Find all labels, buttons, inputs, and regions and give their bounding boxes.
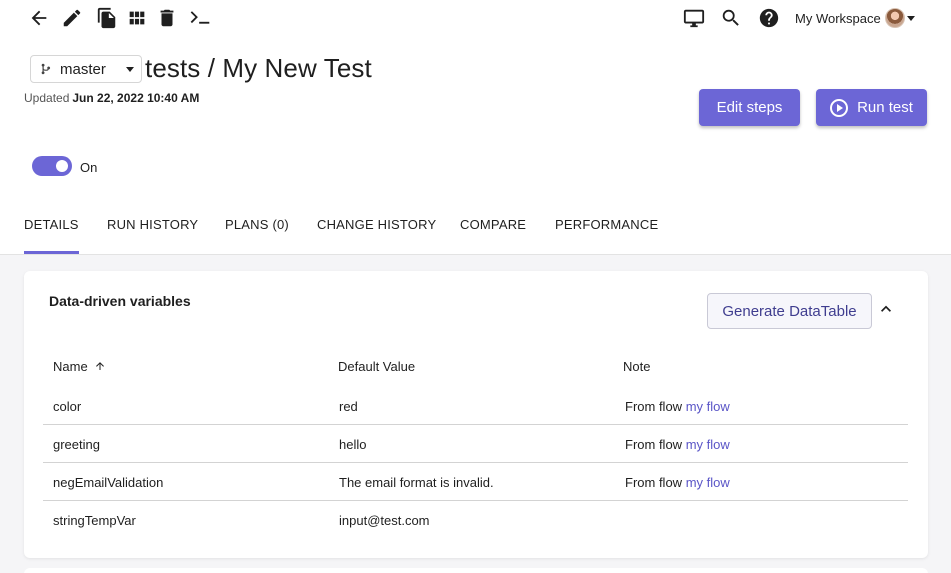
enabled-toggle[interactable] bbox=[32, 156, 72, 176]
edit-steps-label: Edit steps bbox=[716, 99, 783, 116]
card-title: Data-driven variables bbox=[49, 293, 191, 309]
variable-name: greeting bbox=[53, 437, 100, 452]
note-prefix: From flow bbox=[625, 399, 683, 414]
variable-name: negEmailValidation bbox=[53, 475, 164, 490]
column-header-name[interactable]: Name bbox=[53, 359, 106, 374]
terminal-icon[interactable] bbox=[187, 6, 213, 30]
flow-link[interactable]: my flow bbox=[686, 437, 730, 452]
chevron-up-icon[interactable] bbox=[876, 299, 896, 319]
tab-plans[interactable]: PLANS (0) bbox=[225, 217, 289, 254]
variables-card: Data-driven variables Generate DataTable… bbox=[24, 271, 928, 558]
workspace-label: My Workspace bbox=[795, 10, 881, 26]
search-icon[interactable] bbox=[719, 6, 743, 30]
branch-icon bbox=[41, 63, 51, 75]
variable-value: red bbox=[339, 399, 358, 414]
edit-pencil-icon[interactable] bbox=[60, 6, 84, 30]
tab-run-history[interactable]: RUN HISTORY bbox=[107, 217, 198, 254]
generate-datatable-button[interactable]: Generate DataTable bbox=[707, 293, 872, 329]
page-title: tests / My New Test bbox=[145, 53, 372, 83]
workspace-menu[interactable]: My Workspace bbox=[795, 7, 915, 29]
variable-value: hello bbox=[339, 437, 367, 452]
run-test-label: Run test bbox=[857, 99, 913, 116]
tab-details[interactable]: DETAILS bbox=[24, 217, 79, 254]
column-header-note: Note bbox=[623, 359, 651, 374]
avatar bbox=[884, 8, 905, 28]
variable-name: color bbox=[53, 399, 82, 414]
sort-arrow-up-icon bbox=[96, 362, 105, 370]
variable-value: input@test.com bbox=[339, 513, 430, 528]
flow-link[interactable]: my flow bbox=[686, 399, 730, 414]
edit-steps-button[interactable]: Edit steps bbox=[699, 89, 800, 126]
grid-icon[interactable] bbox=[125, 6, 149, 30]
table-row: stringTempVar input@test.com bbox=[43, 502, 908, 539]
monitor-icon[interactable] bbox=[682, 6, 706, 30]
toggle-label: On bbox=[80, 160, 98, 175]
updated-label: Updated bbox=[24, 91, 70, 105]
tab-bar: DETAILS RUN HISTORY PLANS (0) CHANGE HIS… bbox=[0, 200, 951, 255]
variable-name: stringTempVar bbox=[53, 513, 136, 528]
tab-compare[interactable]: COMPARE bbox=[460, 217, 526, 254]
table-row: color red From flow my flow bbox=[43, 388, 908, 425]
flow-link[interactable]: my flow bbox=[686, 475, 730, 490]
note-prefix: From flow bbox=[625, 437, 683, 452]
column-header-default-value: Default Value bbox=[338, 359, 416, 374]
play-circle-icon bbox=[830, 98, 849, 117]
table-row: greeting hello From flow my flow bbox=[43, 426, 908, 463]
back-arrow-icon[interactable] bbox=[27, 6, 51, 30]
branch-selector[interactable]: master bbox=[30, 55, 142, 83]
table-row: negEmailValidation The email format is i… bbox=[43, 464, 908, 501]
note-prefix: From flow bbox=[625, 475, 683, 490]
top-toolbar: My Workspace bbox=[0, 0, 951, 36]
next-card bbox=[24, 568, 928, 573]
variable-value: The email format is invalid. bbox=[339, 475, 494, 490]
chevron-down-icon bbox=[906, 15, 915, 21]
delete-icon[interactable] bbox=[155, 6, 179, 30]
help-icon[interactable] bbox=[757, 6, 781, 30]
variable-note: From flow my flow bbox=[625, 475, 730, 490]
variable-note: From flow my flow bbox=[625, 399, 730, 414]
tab-change-history[interactable]: CHANGE HISTORY bbox=[317, 217, 436, 254]
branch-label: master bbox=[60, 60, 106, 78]
column-header-name-label: Name bbox=[53, 359, 88, 374]
variable-note: From flow my flow bbox=[625, 437, 730, 452]
run-test-button[interactable]: Run test bbox=[816, 89, 927, 126]
tab-performance[interactable]: PERFORMANCE bbox=[555, 217, 658, 254]
chevron-down-icon bbox=[126, 67, 134, 72]
copy-icon[interactable] bbox=[95, 6, 119, 30]
updated-info: Updated Jun 22, 2022 10:40 AM bbox=[24, 91, 199, 105]
updated-timestamp: Jun 22, 2022 10:40 AM bbox=[72, 91, 200, 105]
generate-datatable-label: Generate DataTable bbox=[722, 302, 857, 320]
